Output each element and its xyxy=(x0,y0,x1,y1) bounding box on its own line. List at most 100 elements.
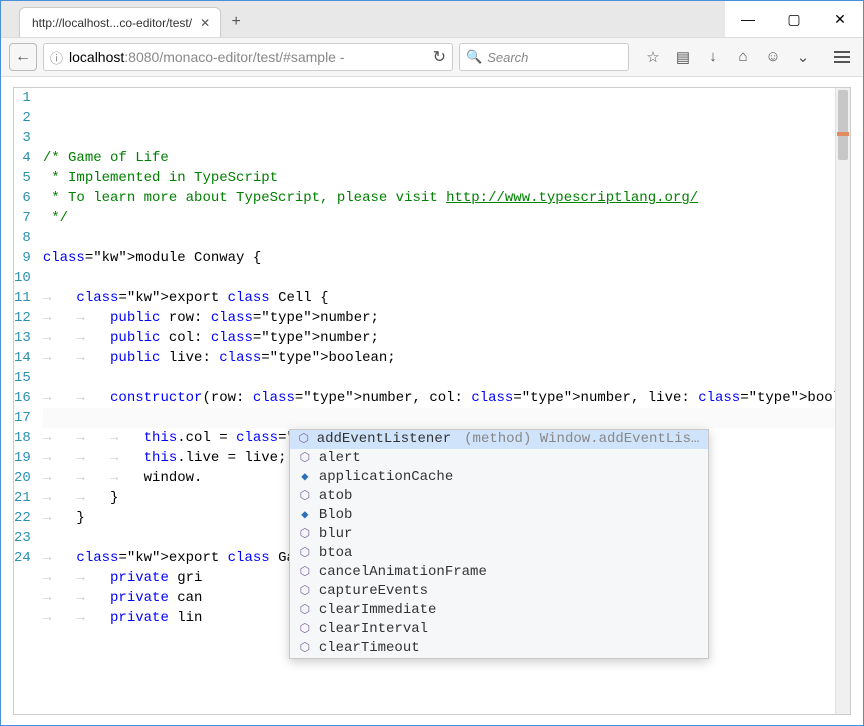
line-number: 21 xyxy=(14,488,31,508)
home-icon[interactable]: ⌂ xyxy=(733,48,753,66)
tab-close-icon[interactable]: ✕ xyxy=(200,16,210,30)
close-window-button[interactable]: ✕ xyxy=(817,1,863,37)
method-icon: ⬡ xyxy=(298,582,312,601)
url-text: localhost:8080/monaco-editor/test/#sampl… xyxy=(69,49,345,65)
code-line[interactable]: → → public live: class="type">boolean; xyxy=(43,348,851,368)
scrollbar-thumb[interactable] xyxy=(838,90,848,160)
suggest-label: Blob xyxy=(319,506,353,525)
window-controls: — ▢ ✕ xyxy=(725,1,863,37)
method-icon: ⬡ xyxy=(298,620,312,639)
suggest-item[interactable]: ⬡ clearInterval xyxy=(290,620,708,639)
menu-button[interactable] xyxy=(829,51,855,63)
browser-tab[interactable]: http://localhost...co-editor/test/ ✕ xyxy=(19,7,221,37)
suggest-item[interactable]: ⬡btoa xyxy=(290,544,708,563)
line-number: 2 xyxy=(14,108,31,128)
scrollbar-marker xyxy=(837,132,849,136)
maximize-button[interactable]: ▢ xyxy=(771,1,817,37)
method-icon: ⬡ xyxy=(298,601,312,620)
method-icon: ⬡ xyxy=(298,449,312,468)
suggest-item[interactable]: ⬡ cancelAnimationFrame xyxy=(290,563,708,582)
line-number: 14 xyxy=(14,348,31,368)
line-number: 4 xyxy=(14,148,31,168)
suggest-label: clearInterval xyxy=(319,620,428,639)
line-number: 13 xyxy=(14,328,31,348)
new-tab-button[interactable]: + xyxy=(221,7,251,37)
line-number: 15 xyxy=(14,368,31,388)
suggest-item[interactable]: ⬡addEventListener(method) Window.addEven… xyxy=(290,430,708,449)
code-line[interactable]: → → public row: class="type">number; xyxy=(43,308,851,328)
library-icon[interactable]: ▤ xyxy=(673,48,693,66)
code-line[interactable]: → class="kw">export class Cell { xyxy=(43,288,851,308)
code-line[interactable]: → → constructor(row: class="type">number… xyxy=(43,388,851,408)
toolbar-icons: ☆ ▤ ↓ ⌂ ☺ ⌄ xyxy=(635,48,817,66)
line-number: 10 xyxy=(14,268,31,288)
suggest-item[interactable]: ◆ applicationCache xyxy=(290,468,708,487)
page-content: 123456789101112131415161718192021222324 … xyxy=(1,77,863,725)
line-number: 20 xyxy=(14,468,31,488)
url-bar[interactable]: ⓘ localhost:8080/monaco-editor/test/#sam… xyxy=(43,43,453,71)
suggest-item[interactable]: ⬡ clearTimeout xyxy=(290,639,708,658)
downloads-icon[interactable]: ↓ xyxy=(703,48,723,66)
line-number: 19 xyxy=(14,448,31,468)
back-button[interactable]: ← xyxy=(9,43,37,71)
suggest-item[interactable]: ⬡blur xyxy=(290,525,708,544)
suggest-item[interactable]: ⬡ captureEvents xyxy=(290,582,708,601)
code-line[interactable]: * To learn more about TypeScript, please… xyxy=(43,188,851,208)
code-area[interactable]: /* Game of Life * Implemented in TypeScr… xyxy=(43,88,851,714)
line-number: 11 xyxy=(14,288,31,308)
method-icon: ⬡ xyxy=(298,639,312,658)
line-number: 6 xyxy=(14,188,31,208)
suggest-label: captureEvents xyxy=(319,582,428,601)
editor: 123456789101112131415161718192021222324 … xyxy=(13,87,851,715)
line-number: 22 xyxy=(14,508,31,528)
method-icon: ⬡ xyxy=(298,525,312,544)
line-number: 9 xyxy=(14,248,31,268)
search-placeholder: Search xyxy=(487,50,528,65)
suggest-item[interactable]: ⬡ alert xyxy=(290,449,708,468)
line-number: 18 xyxy=(14,428,31,448)
code-line[interactable] xyxy=(43,368,851,388)
line-number-gutter[interactable]: 123456789101112131415161718192021222324 xyxy=(14,88,43,714)
suggest-label: addEventListener xyxy=(317,430,451,449)
code-line[interactable]: /* Game of Life xyxy=(43,148,851,168)
suggest-item[interactable]: ⬡ atob xyxy=(290,487,708,506)
line-number: 23 xyxy=(14,528,31,548)
suggest-label: clearTimeout xyxy=(319,639,420,658)
pocket-icon[interactable]: ⌄ xyxy=(793,48,813,66)
line-number: 8 xyxy=(14,228,31,248)
property-icon: ◆ xyxy=(298,506,312,525)
suggest-label: applicationCache xyxy=(319,468,453,487)
search-bar[interactable]: 🔍 Search xyxy=(459,43,629,71)
code-line[interactable] xyxy=(43,228,851,248)
code-line[interactable]: */ xyxy=(43,208,851,228)
line-number: 7 xyxy=(14,208,31,228)
suggest-label: btoa xyxy=(319,544,353,563)
autocomplete-popup[interactable]: ⬡addEventListener(method) Window.addEven… xyxy=(289,429,709,659)
code-line[interactable]: * Implemented in TypeScript xyxy=(43,168,851,188)
suggest-label: cancelAnimationFrame xyxy=(319,563,487,582)
site-identity-icon[interactable]: ⓘ xyxy=(50,48,63,67)
code-line[interactable]: → → public col: class="type">number; xyxy=(43,328,851,348)
smile-icon[interactable]: ☺ xyxy=(763,48,783,66)
star-icon[interactable]: ☆ xyxy=(643,48,663,66)
suggest-item[interactable]: ⬡clearImmediate xyxy=(290,601,708,620)
browser-window: — ▢ ✕ http://localhost...co-editor/test/… xyxy=(0,0,864,726)
vertical-scrollbar[interactable] xyxy=(835,88,850,714)
minimize-button[interactable]: — xyxy=(725,1,771,37)
tab-title: http://localhost...co-editor/test/ xyxy=(32,16,192,30)
method-icon: ⬡ xyxy=(298,430,310,449)
nav-toolbar: ← ⓘ localhost:8080/monaco-editor/test/#s… xyxy=(1,37,863,77)
method-icon: ⬡ xyxy=(298,487,312,506)
line-number: 12 xyxy=(14,308,31,328)
suggest-label: alert xyxy=(319,449,361,468)
suggest-label: atob xyxy=(319,487,353,506)
line-number: 17 xyxy=(14,408,31,428)
method-icon: ⬡ xyxy=(298,563,312,582)
code-line[interactable] xyxy=(43,268,851,288)
code-line[interactable]: class="kw">module Conway { xyxy=(43,248,851,268)
line-number: 5 xyxy=(14,168,31,188)
suggest-item[interactable]: ◆ Blob xyxy=(290,506,708,525)
property-icon: ◆ xyxy=(298,468,312,487)
reload-button[interactable]: ↻ xyxy=(433,47,446,67)
line-number: 24 xyxy=(14,548,31,568)
